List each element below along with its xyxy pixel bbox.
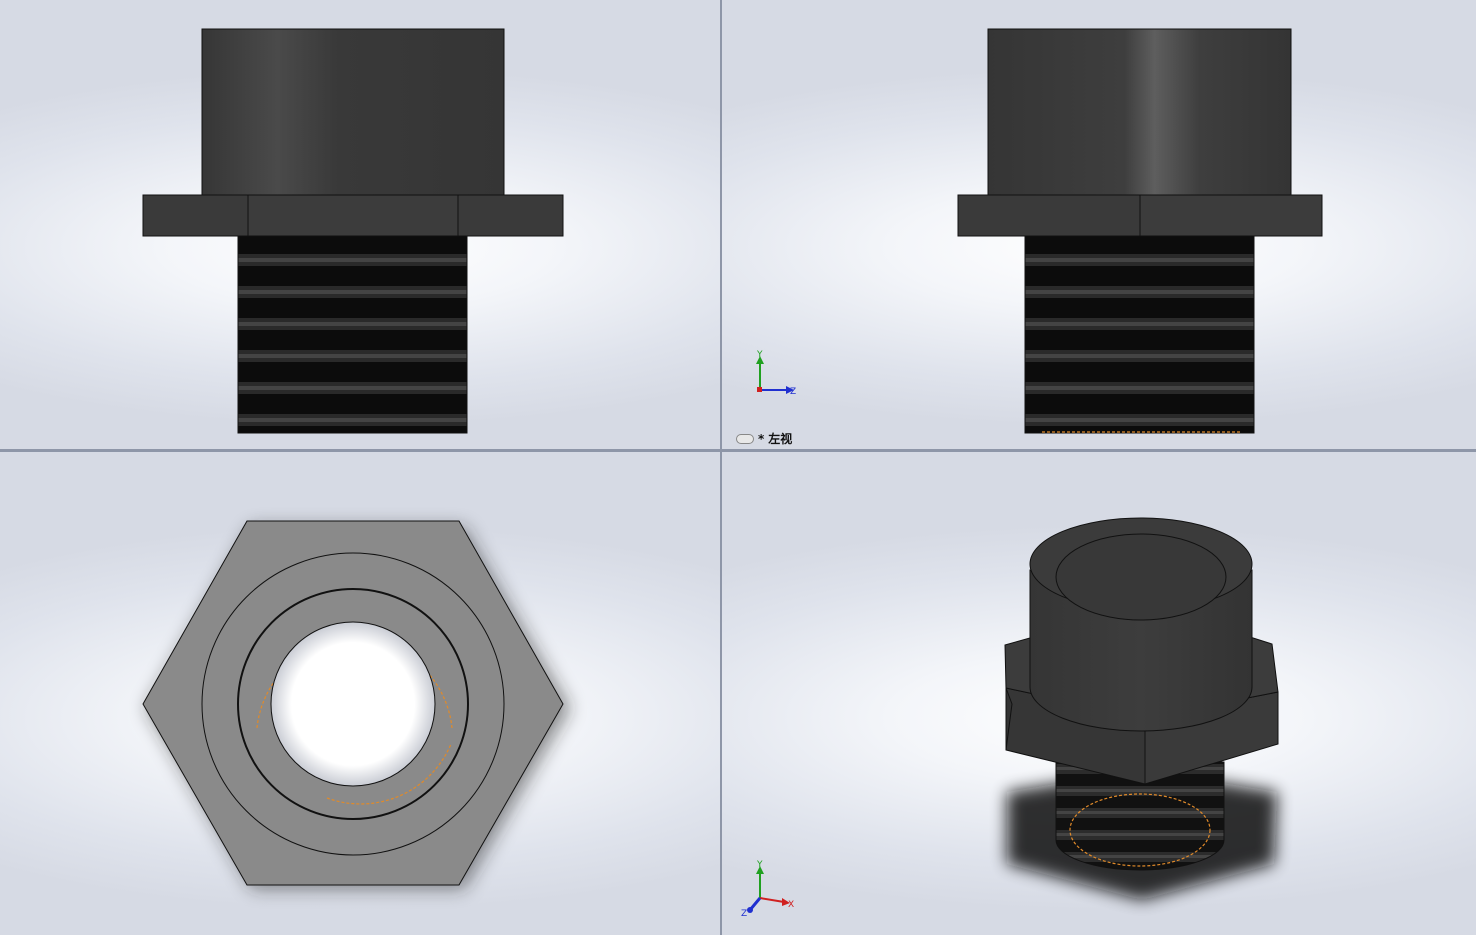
top-view-graphics xyxy=(142,520,570,889)
view-label-prefix: * xyxy=(758,431,765,446)
hex-flange-center xyxy=(247,194,459,237)
viewport-front[interactable] xyxy=(0,0,720,449)
cap-cylinder xyxy=(201,28,505,197)
left-view-graphics: Y Z xyxy=(756,28,1323,434)
axis-label-z: Z xyxy=(790,387,796,397)
cap-cylinder xyxy=(987,28,1292,197)
viewport-left[interactable]: Y Z * 左视 xyxy=(722,0,1476,449)
bore-inner-hole xyxy=(270,621,436,787)
front-view-graphics xyxy=(142,28,564,434)
hex-flange-right xyxy=(1139,194,1323,237)
axis-label-x: X xyxy=(788,900,794,910)
isometric-view-graphics: Y X Z xyxy=(741,517,1279,919)
hex-flange-right xyxy=(457,194,564,237)
viewport-splitter-vertical[interactable] xyxy=(720,0,722,935)
view-label-text: 左视 xyxy=(768,432,793,446)
axis-label-y: Y xyxy=(756,860,763,870)
threaded-shank xyxy=(1024,235,1255,434)
view-name-label: * 左视 xyxy=(736,430,792,447)
axis-triad: Y X Z xyxy=(741,860,794,919)
axis-label-z: Z xyxy=(741,909,747,919)
link-views-icon[interactable] xyxy=(736,433,754,444)
solidworks-four-viewport-window: Y Z * 左视 Y X Z xyxy=(0,0,1476,935)
hex-flange-left xyxy=(957,194,1141,237)
axis-label-y: Y xyxy=(756,350,763,360)
hex-flange-left xyxy=(142,194,249,237)
viewport-isometric[interactable]: Y X Z xyxy=(722,452,1476,935)
axis-triad: Y Z xyxy=(756,350,796,397)
viewport-splitter-horizontal[interactable] xyxy=(0,449,1476,452)
threaded-shank xyxy=(237,235,468,434)
iso-cap-bore xyxy=(1055,533,1227,621)
viewport-top[interactable] xyxy=(0,452,720,935)
